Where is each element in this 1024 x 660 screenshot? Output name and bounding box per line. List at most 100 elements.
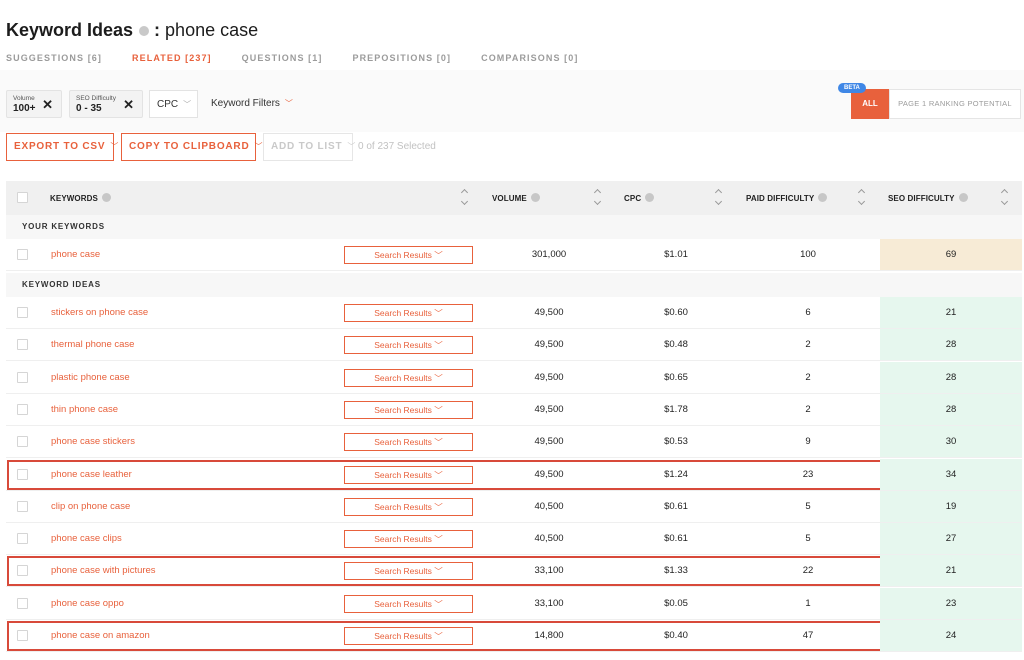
keyword-link[interactable]: phone case with pictures [51, 565, 156, 576]
search-results-label: Search Results [374, 437, 432, 448]
tab-comparisons[interactable]: COMPARISONS [0] [481, 53, 578, 63]
search-results-dropdown[interactable]: Search Results ﹀ [344, 433, 473, 452]
keyword-link[interactable]: plastic phone case [51, 372, 130, 383]
keyword-link[interactable]: stickers on phone case [51, 307, 148, 318]
keyword-link[interactable]: thermal phone case [51, 339, 134, 350]
info-icon[interactable] [139, 25, 150, 36]
volume-value: 49,500 [534, 436, 564, 448]
seo-difficulty-cell: 28 [880, 393, 1022, 425]
search-results-dropdown[interactable]: Search Results ﹀ [344, 400, 473, 419]
keyword-filters-dropdown[interactable]: Keyword Filters ﹀ [211, 98, 293, 109]
keyword-link[interactable]: phone case clips [51, 533, 122, 544]
close-icon[interactable]: ✕ [42, 97, 53, 113]
tab-prepositions[interactable]: PREPOSITIONS [0] [352, 53, 451, 63]
section-label: YOUR KEYWORDS [22, 222, 105, 231]
row-checkbox[interactable] [17, 403, 28, 415]
search-results-label: Search Results [374, 501, 432, 512]
seo-difficulty-cell: 28 [880, 329, 1022, 361]
search-results-dropdown[interactable]: Search Results ﹀ [344, 465, 473, 484]
add-to-list-button[interactable]: ADD TO LIST ﹀ [263, 133, 355, 161]
search-results-dropdown[interactable]: Search Results ﹀ [344, 246, 473, 264]
row-checkbox[interactable] [17, 565, 28, 577]
table-row[interactable]: phone case Search Results ﹀ 301,000 $1.01 10… [6, 239, 1022, 271]
keyword-link[interactable]: phone case oppo [51, 598, 124, 609]
column-volume[interactable]: VOLUME [492, 193, 540, 203]
search-results-dropdown[interactable]: Search Results ﹀ [344, 368, 473, 387]
table-row[interactable]: phone case oppo Search Results ﹀ 33,100 $0.… [6, 587, 1022, 620]
sort-icon[interactable] [594, 189, 602, 207]
all-toggle-button[interactable]: ALL [851, 89, 889, 119]
row-checkbox[interactable] [17, 468, 28, 480]
column-seo-difficulty[interactable]: SEO DIFFICULTY [888, 193, 968, 203]
copy-clipboard-button[interactable]: COPY TO CLIPBOARD ﹀ [121, 133, 262, 161]
keyword-link[interactable]: phone case on amazon [51, 630, 150, 641]
sort-icon[interactable] [858, 189, 866, 207]
table-row[interactable]: phone case stickers Search Results ﹀ 49,50… [6, 426, 1022, 459]
seo-difficulty-value: 28 [945, 403, 957, 415]
cpc-value: $0.40 [664, 630, 688, 641]
page1-ranking-potential-button[interactable]: PAGE 1 RANKING POTENTIAL [889, 89, 1021, 119]
search-results-label: Search Results [374, 598, 432, 609]
search-results-dropdown[interactable]: Search Results ﹀ [344, 530, 473, 549]
table-row[interactable]: clip on phone case Search Results ﹀ 40,500… [6, 490, 1022, 523]
close-icon[interactable]: ✕ [123, 97, 134, 113]
row-checkbox[interactable] [17, 436, 28, 448]
row-checkbox[interactable] [17, 533, 28, 545]
row-checkbox[interactable] [17, 500, 28, 512]
sort-icon[interactable] [1001, 189, 1009, 207]
tab-suggestions[interactable]: SUGGESTIONS [6] [6, 53, 102, 63]
row-checkbox[interactable] [17, 630, 28, 641]
volume-filter-chip[interactable]: Volume 100+ ✕ [6, 90, 62, 118]
export-csv-button[interactable]: EXPORT TO CSV ﹀ [6, 133, 118, 161]
keyword-link[interactable]: thin phone case [51, 404, 118, 415]
table-row[interactable]: thermal phone case Search Results ﹀ 49,500… [6, 329, 1022, 362]
column-keywords[interactable]: KEYWORDS [50, 193, 111, 203]
table-row[interactable]: phone case clips Search Results ﹀ 40,500 $0… [6, 523, 1022, 556]
search-results-dropdown[interactable]: Search Results ﹀ [344, 562, 473, 581]
cpc-value: $0.53 [664, 436, 688, 448]
tab-questions[interactable]: QUESTIONS [1] [242, 53, 323, 63]
row-checkbox[interactable] [17, 371, 28, 383]
sort-icon[interactable] [715, 189, 723, 207]
search-results-label: Search Results [374, 566, 432, 577]
search-results-dropdown[interactable]: Search Results ﹀ [344, 497, 473, 516]
row-checkbox[interactable] [17, 597, 28, 609]
keyword-link[interactable]: phone case leather [51, 469, 132, 480]
cpc-value: $0.60 [664, 307, 688, 318]
volume-filter-label: Volume [13, 95, 35, 102]
sort-icon[interactable] [461, 189, 469, 207]
row-checkbox[interactable] [17, 339, 28, 351]
table-row[interactable]: phone case leather Search Results ﹀ 49,500… [6, 458, 1022, 491]
page-header: Keyword Ideas : phone case [6, 20, 258, 41]
cpc-value: $0.48 [664, 339, 688, 351]
seo-difficulty-filter-label: SEO Difficulty [76, 95, 116, 102]
row-checkbox[interactable] [17, 249, 28, 260]
cpc-filter-dropdown[interactable]: CPC ﹀ [149, 90, 198, 118]
search-results-dropdown[interactable]: Search Results ﹀ [344, 336, 473, 355]
table-row[interactable]: plastic phone case Search Results ﹀ 49,500… [6, 361, 1022, 394]
seo-difficulty-value: 21 [945, 307, 957, 318]
tab-related[interactable]: RELATED [237] [132, 53, 212, 63]
select-all-checkbox[interactable] [17, 192, 28, 203]
table-row[interactable]: phone case on amazon Search Results ﹀ 14,8… [6, 620, 1022, 652]
search-results-label: Search Results [374, 534, 432, 545]
search-results-dropdown[interactable]: Search Results ﹀ [344, 304, 473, 322]
volume-value: 40,500 [534, 500, 564, 512]
column-seo-difficulty-label: SEO DIFFICULTY [888, 194, 955, 203]
keyword-link[interactable]: clip on phone case [51, 501, 130, 512]
table-row[interactable]: stickers on phone case Search Results ﹀ 49… [6, 297, 1022, 329]
cpc-value: $1.24 [664, 468, 688, 480]
column-paid-difficulty[interactable]: PAID DIFFICULTY [746, 193, 828, 203]
seo-difficulty-value: 28 [945, 371, 957, 383]
table-row[interactable]: phone case with pictures Search Results ﹀… [6, 555, 1022, 588]
cpc-value: $0.05 [664, 597, 688, 609]
seo-difficulty-filter-chip[interactable]: SEO Difficulty 0 - 35 ✕ [69, 90, 143, 118]
keyword-link[interactable]: phone case stickers [51, 436, 135, 447]
column-cpc[interactable]: CPC [624, 193, 655, 203]
keyword-link[interactable]: phone case [51, 249, 100, 260]
search-results-label: Search Results [374, 372, 432, 383]
row-checkbox[interactable] [17, 307, 28, 318]
search-results-dropdown[interactable]: Search Results ﹀ [344, 594, 473, 613]
search-results-dropdown[interactable]: Search Results ﹀ [344, 627, 473, 645]
table-row[interactable]: thin phone case Search Results ﹀ 49,500 $1.… [6, 393, 1022, 426]
